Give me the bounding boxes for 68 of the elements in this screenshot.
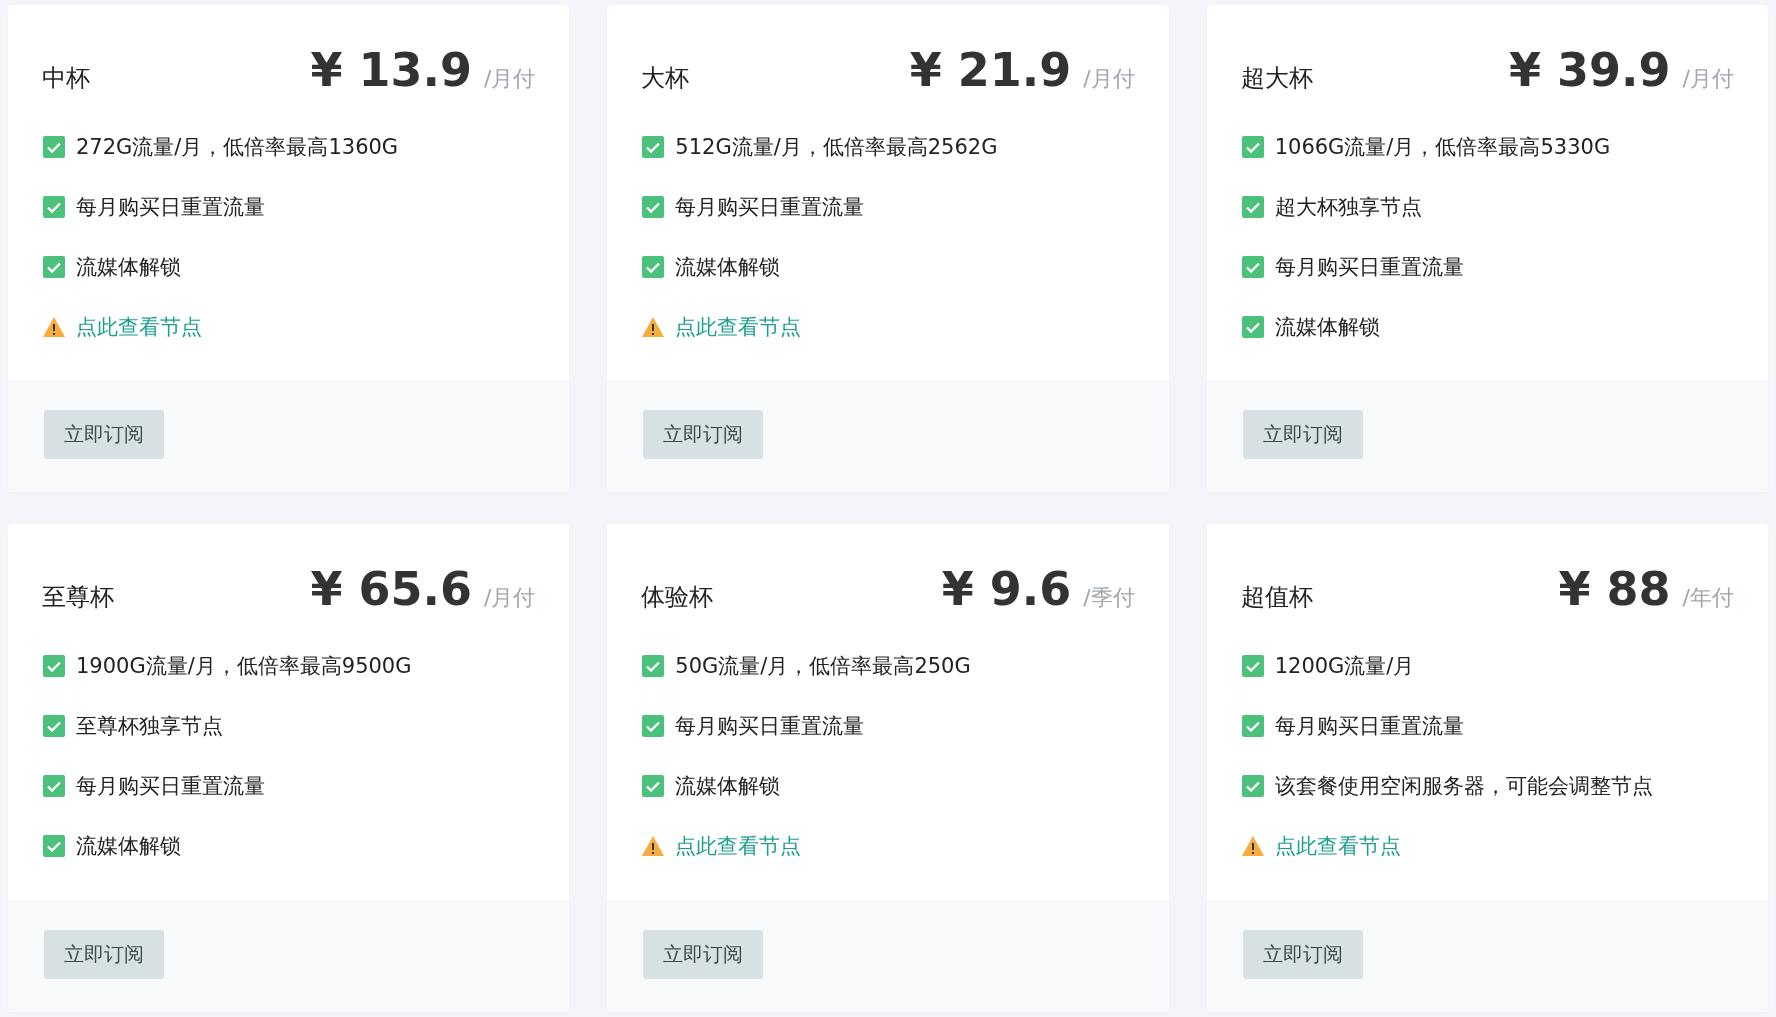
feature-text: 流媒体解锁 [1274, 314, 1380, 341]
feature-text: 每月购买日重置流量 [1274, 713, 1464, 740]
checkbox-icon [1240, 135, 1265, 159]
checkbox-icon [42, 774, 66, 798]
checkbox-icon [641, 195, 666, 219]
plan-price: ¥ 21.9 [909, 43, 1072, 97]
plan-price: ¥ 88 [1558, 562, 1671, 616]
subscribe-button[interactable]: 立即订阅 [1242, 930, 1363, 979]
checkbox-icon [1240, 774, 1265, 798]
checkbox-icon [1240, 714, 1265, 738]
billing-period: /月付 [1083, 65, 1135, 93]
checkbox-icon [42, 135, 66, 159]
checkbox-icon [1240, 255, 1265, 279]
plan-name: 体验杯 [641, 582, 714, 613]
feature-text: 每月购买日重置流量 [76, 194, 265, 221]
checkbox-icon [641, 135, 666, 159]
billing-period: /季付 [1083, 584, 1135, 612]
feature-text: 1200G流量/月 [1274, 653, 1415, 680]
checkbox-icon [1240, 654, 1265, 678]
subscribe-button[interactable]: 立即订阅 [643, 930, 764, 979]
plan-name: 大杯 [641, 63, 690, 94]
feature-text: 流媒体解锁 [675, 254, 781, 281]
feature-text: 每月购买日重置流量 [1274, 254, 1464, 281]
subscribe-button[interactable]: 立即订阅 [643, 410, 764, 459]
plan-name: 超大杯 [1240, 63, 1313, 94]
plan-price: ¥ 9.6 [941, 562, 1072, 616]
subscribe-button[interactable]: 立即订阅 [1242, 410, 1363, 459]
checkbox-icon [641, 255, 666, 279]
subscribe-button[interactable]: 立即订阅 [44, 930, 164, 979]
feature-text: 每月购买日重置流量 [675, 713, 865, 740]
checkbox-icon [1240, 315, 1265, 339]
checkbox-icon [641, 714, 666, 738]
checkbox-icon [641, 774, 666, 798]
feature-text: 1900G流量/月，低倍率最高9500G [76, 653, 412, 680]
warning-icon [641, 835, 666, 857]
billing-period: /月付 [1682, 65, 1734, 93]
feature-text: 流媒体解锁 [76, 254, 181, 281]
feature-text: 1066G流量/月，低倍率最高5330G [1274, 134, 1611, 161]
billing-period: /年付 [1682, 584, 1734, 612]
plan-name: 超值杯 [1240, 582, 1313, 613]
feature-text: 512G流量/月，低倍率最高2562G [675, 134, 998, 161]
feature-text: 每月购买日重置流量 [675, 194, 865, 221]
warning-icon [42, 316, 66, 338]
checkbox-icon [42, 255, 66, 279]
feature-text: 每月购买日重置流量 [76, 773, 265, 800]
feature-text: 该套餐使用空闲服务器，可能会调整节点 [1274, 773, 1653, 800]
feature-text: 超大杯独享节点 [1274, 194, 1422, 221]
plan-price: ¥ 65.6 [310, 562, 472, 616]
plan-name: 至尊杯 [42, 582, 114, 613]
feature-text: 272G流量/月，低倍率最高1360G [76, 134, 399, 161]
feature-text: 流媒体解锁 [76, 833, 181, 860]
plan-name: 中杯 [42, 63, 90, 94]
subscribe-button[interactable]: 立即订阅 [44, 410, 164, 459]
checkbox-icon [641, 654, 666, 678]
billing-period: /月付 [483, 584, 536, 612]
warning-icon [1240, 835, 1265, 857]
feature-text: 50G流量/月，低倍率最高250G [675, 653, 971, 680]
checkbox-icon [1240, 195, 1265, 219]
checkbox-icon [42, 654, 66, 678]
checkbox-icon [42, 714, 66, 738]
checkbox-icon [42, 834, 66, 858]
checkbox-icon [42, 195, 66, 219]
warning-icon [641, 316, 666, 338]
feature-text: 至尊杯独享节点 [76, 713, 223, 740]
feature-text: 流媒体解锁 [675, 773, 781, 800]
plan-price: ¥ 13.9 [310, 43, 472, 97]
billing-period: /月付 [483, 65, 536, 93]
plan-price: ¥ 39.9 [1509, 43, 1671, 97]
